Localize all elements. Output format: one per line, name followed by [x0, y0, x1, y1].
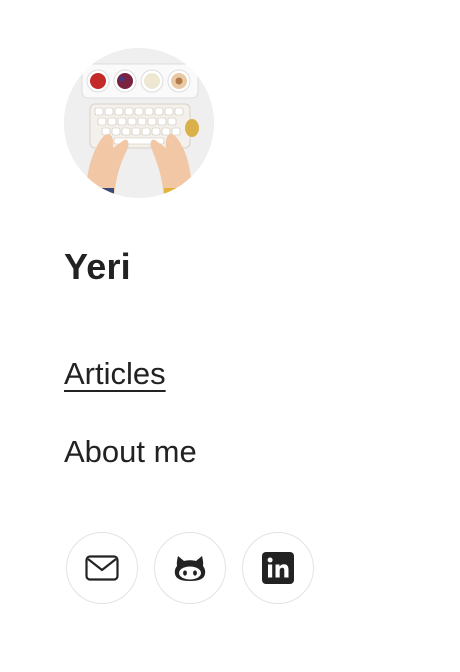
- linkedin-icon: [262, 552, 294, 584]
- about-me-link[interactable]: About me: [64, 434, 197, 469]
- github-icon: [174, 556, 206, 581]
- avatar: [64, 48, 214, 198]
- articles-link[interactable]: Articles: [64, 356, 166, 391]
- profile-name: Yeri: [64, 246, 131, 287]
- mail-icon: [85, 555, 119, 581]
- linkedin-button[interactable]: [242, 532, 314, 604]
- nav-item-articles: Articles: [64, 356, 197, 398]
- avatar-image: [64, 48, 214, 198]
- main-nav: Articles About me: [64, 356, 197, 512]
- email-button[interactable]: [66, 532, 138, 604]
- social-links: [66, 532, 314, 604]
- nav-item-about-me: About me: [64, 434, 197, 476]
- github-button[interactable]: [154, 532, 226, 604]
